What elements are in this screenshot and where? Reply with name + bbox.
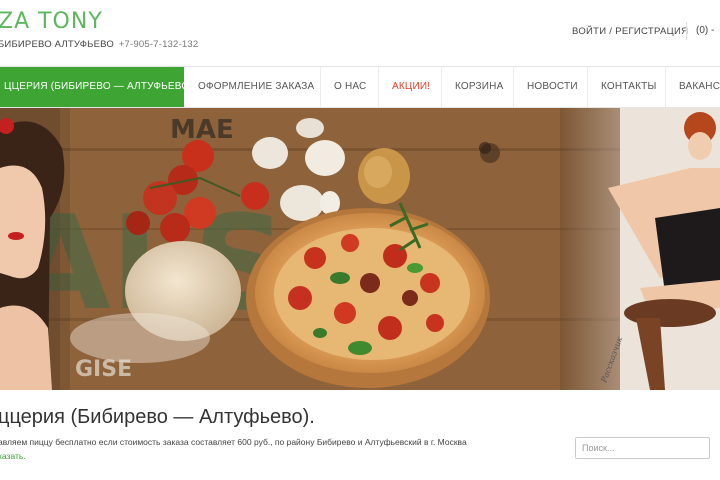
- woman-lips: [8, 232, 24, 240]
- phone-number[interactable]: +7-905-7-132-132: [119, 39, 199, 50]
- garlic: [252, 137, 288, 169]
- tomato: [126, 211, 150, 235]
- nav-item-news[interactable]: НОВОСТИ: [527, 67, 578, 107]
- page-title: ццерия (Бибирево — Алтуфьево).: [0, 406, 315, 428]
- garlic: [305, 140, 345, 176]
- cart-count[interactable]: (0) -: [696, 25, 714, 36]
- address-line: БИБИРЕВО АЛТУФЬЕВО +7-905-7-132-132: [0, 39, 198, 50]
- nav-item-about[interactable]: О НАС: [334, 67, 366, 107]
- tomato: [241, 182, 269, 210]
- delivery-info-text: авляем пиццу бесплатно если стоимость за…: [0, 437, 467, 447]
- garlic: [280, 185, 324, 221]
- nav-item-promo[interactable]: АКЦИИ!: [392, 67, 430, 107]
- pinup-corset: [655, 208, 720, 293]
- header-divider: [686, 22, 687, 40]
- nav-item-cart[interactable]: КОРЗИНА: [455, 67, 503, 107]
- nav-divider: [378, 67, 379, 107]
- nav-item-contacts[interactable]: КОНТАКТЫ: [601, 67, 657, 107]
- nav-divider: [665, 67, 666, 107]
- nav-divider: [441, 67, 442, 107]
- nav-item-order[interactable]: ОФОРМЛЕНИЕ ЗАКАЗА: [198, 67, 314, 107]
- woman-face: [0, 165, 46, 279]
- main-nav: ццерия (Бибирево — Алтуфьево). ОФОРМЛЕНИ…: [0, 66, 720, 108]
- order-link[interactable]: казать.: [0, 451, 26, 461]
- hero-banner: ALS МАЕ GISE: [0, 108, 720, 390]
- main-content: ццерия (Бибирево — Алтуфьево). авляем пи…: [0, 390, 720, 480]
- nav-item-home[interactable]: ццерия (Бибирево — Алтуфьево).: [0, 67, 196, 107]
- garlic: [296, 118, 324, 138]
- pinup-face: [688, 132, 712, 160]
- hero-illustration: ALS МАЕ GISE: [0, 108, 720, 390]
- site-header: ZA TONY БИБИРЕВО АЛТУФЬЕВО +7-905-7-132-…: [0, 0, 720, 66]
- nav-divider: [320, 67, 321, 107]
- address-text: БИБИРЕВО АЛТУФЬЕВО: [0, 39, 114, 50]
- nav-divider: [587, 67, 588, 107]
- login-register-link[interactable]: ВОЙТИ / РЕГИСТРАЦИЯ: [572, 26, 688, 37]
- nav-divider: [513, 67, 514, 107]
- nav-item-vacancies[interactable]: ВАКАНСИ: [679, 67, 720, 107]
- search-input[interactable]: [575, 437, 710, 459]
- site-logo[interactable]: ZA TONY: [0, 9, 103, 34]
- tomato: [160, 213, 190, 243]
